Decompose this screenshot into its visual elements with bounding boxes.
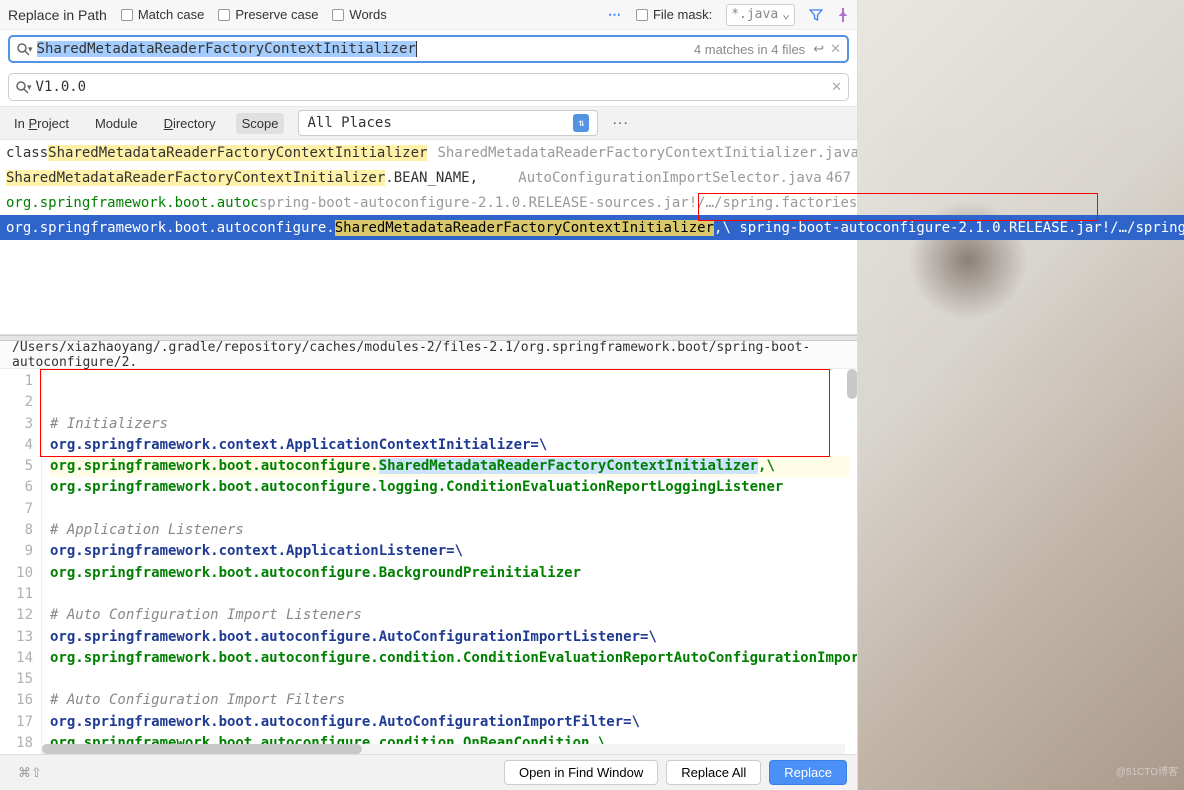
replace-input[interactable]: ▾ V1.0.0 ✕ [8,73,849,101]
gutter: 123456789101112131415161718 [0,369,42,754]
replace-row: ▾ V1.0.0 ✕ [0,68,857,106]
bottom-bar: ⌘⇧ Open in Find Window Replace All Repla… [0,754,857,790]
code-area[interactable]: # Initializersorg.springframework.contex… [42,369,857,754]
results-list: class SharedMetadataReaderFactoryContext… [0,140,857,240]
enter-icon: ↩ [813,41,824,57]
editor-preview: 123456789101112131415161718 # Initialize… [0,369,857,754]
tab-directory[interactable]: Directory [158,113,222,134]
replace-all-button[interactable]: Replace All [666,760,761,785]
keyboard-hint: ⌘⇧ [18,765,42,781]
search-input[interactable]: ▾ SharedMetadataReaderFactoryContextInit… [8,35,849,63]
tab-in-project[interactable]: In Project [8,113,75,134]
results-padding [0,240,857,335]
replace-button[interactable]: Replace [769,760,847,785]
file-mask-checkbox[interactable]: File mask: [636,7,712,22]
tab-module[interactable]: Module [89,113,144,134]
clear-replace-icon[interactable]: ✕ [831,79,842,95]
file-mask-input[interactable]: *.java⌄ [726,4,795,26]
preserve-case-checkbox[interactable]: Preserve case [218,7,318,22]
ellipsis-button[interactable]: ... [612,111,628,135]
result-row[interactable]: org.springframework.boot.autocspring-boo… [0,190,857,215]
result-row[interactable]: org.springframework.boot.autoconfigure.S… [0,215,1184,240]
search-icon: ▾ [16,42,33,56]
result-row[interactable]: SharedMetadataReaderFactoryContextInitia… [0,165,857,190]
tab-scope[interactable]: Scope [236,113,285,134]
clear-search-icon[interactable]: ✕ [830,41,841,57]
scrollbar-vertical[interactable] [847,369,857,399]
open-in-find-window-button[interactable]: Open in Find Window [504,760,658,785]
pin-icon[interactable] [837,8,849,22]
search-icon: ▾ [15,80,32,94]
replace-dialog: Replace in Path Match case Preserve case… [0,0,858,790]
topbar: Replace in Path Match case Preserve case… [0,0,857,30]
match-case-checkbox[interactable]: Match case [121,7,204,22]
matches-info: 4 matches in 4 files [694,42,805,57]
chevron-updown-icon: ⇅ [573,114,589,132]
scope-tabs: In Project Module Directory Scope All Pl… [0,106,857,140]
watermark: @51CTO博客 [1116,763,1178,778]
search-row: ▾ SharedMetadataReaderFactoryContextInit… [0,30,857,68]
scrollbar-horizontal[interactable] [42,744,845,754]
dialog-title: Replace in Path [8,7,107,23]
background-image [858,0,1184,790]
words-checkbox[interactable]: Words [332,7,386,22]
scope-select[interactable]: All Places ⇅ [298,110,598,136]
filter-icon[interactable] [809,8,823,22]
more-options-icon[interactable]: ⋯ [608,7,622,23]
result-row[interactable]: class SharedMetadataReaderFactoryContext… [0,140,857,165]
path-bar: /Users/xiazhaoyang/.gradle/repository/ca… [0,341,857,369]
